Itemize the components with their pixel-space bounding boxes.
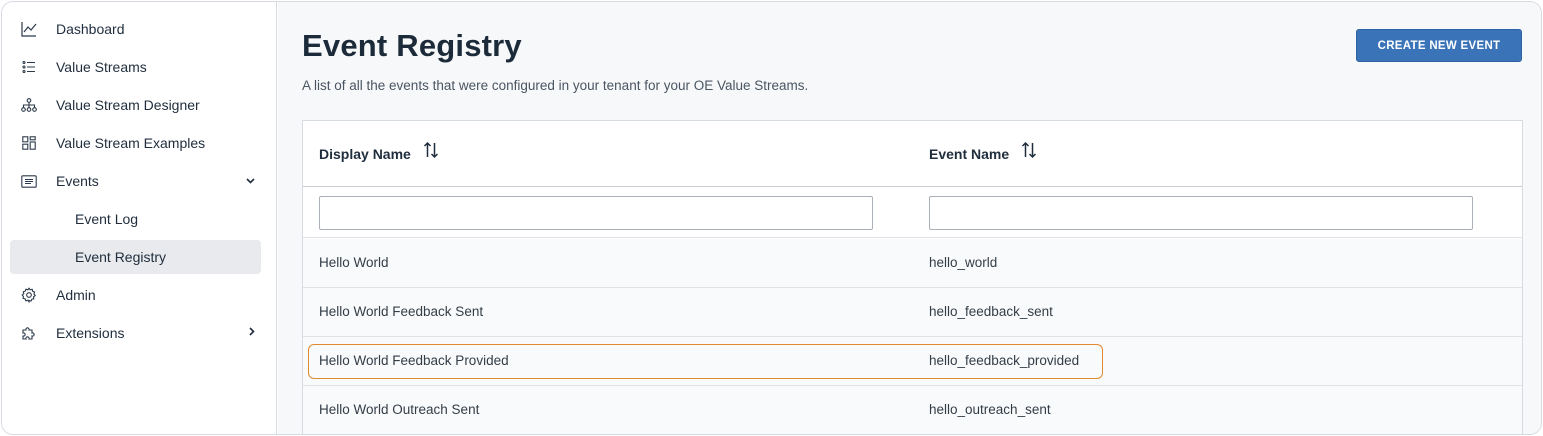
- sidebar-item-dashboard[interactable]: Dashboard: [10, 12, 261, 46]
- sidebar-item-value-stream-examples[interactable]: Value Stream Examples: [10, 126, 261, 160]
- sidebar-item-event-log[interactable]: Event Log: [10, 202, 261, 236]
- sidebar-item-label: Value Stream Examples: [56, 135, 206, 151]
- sidebar-item-value-stream-designer[interactable]: Value Stream Designer: [10, 88, 261, 122]
- page-description: A list of all the events that were confi…: [302, 78, 809, 93]
- display-name-cell: Hello World: [319, 255, 389, 270]
- sidebar-item-label: Events: [56, 173, 99, 189]
- display-name-filter-input[interactable]: [319, 196, 873, 230]
- table-row[interactable]: Hello World Outreach Sent hello_outreach…: [303, 386, 1522, 434]
- display-name-cell: Hello World Feedback Provided: [319, 353, 509, 368]
- table-row[interactable]: Hello World Feedback Sent hello_feedback…: [303, 288, 1522, 337]
- sort-icon[interactable]: [423, 121, 439, 187]
- sort-icon[interactable]: [1021, 121, 1037, 187]
- display-name-cell: Hello World Feedback Sent: [319, 304, 484, 319]
- sidebar-item-events[interactable]: Events: [10, 164, 261, 198]
- display-name-cell: Hello World Outreach Sent: [319, 402, 480, 417]
- hierarchy-icon: [20, 96, 38, 114]
- sidebar-item-label: Extensions: [56, 325, 125, 341]
- filter-row: [303, 187, 1522, 238]
- sidebar-item-label: Event Registry: [75, 249, 167, 265]
- grid-icon: [20, 134, 38, 152]
- event-name-cell: hello_feedback_provided: [929, 353, 1080, 368]
- gear-icon: [20, 286, 38, 304]
- sidebar-item-event-registry[interactable]: Event Registry: [10, 240, 261, 274]
- sidebar-item-value-streams[interactable]: Value Streams: [10, 50, 261, 84]
- sidebar-item-label: Value Streams: [56, 59, 147, 75]
- sidebar-item-extensions[interactable]: Extensions: [10, 316, 261, 350]
- sidebar-item-label: Event Log: [75, 211, 139, 227]
- events-table: Display Name Event Name Hello World hell…: [302, 120, 1523, 434]
- list-icon: [20, 58, 38, 76]
- sidebar: Dashboard Value Streams Value Stream Des…: [2, 2, 277, 434]
- table-row[interactable]: Hello World hello_world: [303, 239, 1522, 288]
- column-header-event-name[interactable]: Event Name: [929, 121, 1037, 187]
- column-header-display-name[interactable]: Display Name: [319, 121, 439, 187]
- puzzle-icon: [20, 324, 38, 342]
- app-window: Dashboard Value Streams Value Stream Des…: [1, 1, 1542, 435]
- chevron-down-icon[interactable]: [246, 164, 255, 198]
- sidebar-item-admin[interactable]: Admin: [10, 278, 261, 312]
- sidebar-item-label: Admin: [56, 287, 96, 303]
- column-header-label: Display Name: [319, 146, 411, 162]
- chart-line-icon: [20, 20, 38, 38]
- main-content: Event Registry A list of all the events …: [278, 2, 1541, 434]
- create-new-event-button[interactable]: CREATE NEW EVENT: [1356, 29, 1522, 62]
- event-name-cell: hello_world: [929, 255, 998, 270]
- column-header-label: Event Name: [929, 146, 1010, 162]
- page-title: Event Registry: [302, 28, 522, 63]
- table-row[interactable]: Hello World Feedback Provided hello_feed…: [303, 337, 1522, 386]
- sidebar-item-label: Value Stream Designer: [56, 97, 200, 113]
- chevron-right-icon[interactable]: [249, 316, 255, 350]
- events-icon: [20, 172, 38, 190]
- event-name-cell: hello_outreach_sent: [929, 402, 1051, 417]
- event-name-filter-input[interactable]: [929, 196, 1473, 230]
- event-name-cell: hello_feedback_sent: [929, 304, 1053, 319]
- sidebar-item-label: Dashboard: [56, 21, 125, 37]
